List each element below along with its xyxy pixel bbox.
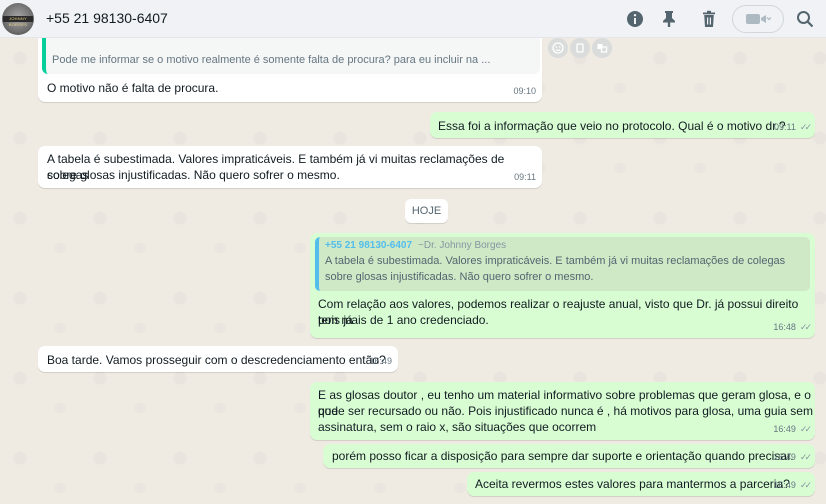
copy-icon[interactable] [570,38,590,58]
message-line: sobre glosas injustificadas. Não quero s… [47,168,340,182]
quoted-message[interactable]: +55 21 98130-6407 ~Dr. Johnny Borges A ta… [315,237,810,291]
quoted-line: A tabela é subestimada. Valores impratic… [325,255,786,267]
quoted-line: sobre glosas injustificadas. Não quero s… [325,271,594,283]
message-bubble-outgoing[interactable]: +55 21 98130-6407 ~Dr. Johnny Borges A ta… [310,233,815,338]
search-icon[interactable] [794,8,816,30]
read-ticks-icon: ✓✓ [799,452,812,462]
quoted-text: Pode me informar se o motivo realmente é… [52,54,491,66]
message-time: 09:10 [513,86,536,96]
message-bubble-incoming[interactable]: A tabela é subestimada. Valores impratic… [38,146,542,188]
chat-header: JOHNNY BORGES +55 21 98130-6407 [0,0,826,38]
message-actions [548,38,612,58]
message-line: pode ser recursado ou não. Pois injustif… [318,404,813,418]
message-time: 09:11 [514,172,536,182]
translate-icon[interactable] [592,38,612,58]
message-text: porém posso ficar a disposição para semp… [332,449,794,463]
quoted-header: +55 21 98130-6407 ~Dr. Johnny Borges [325,239,804,253]
message-bubble-outgoing[interactable]: Essa foi a informação que veio no protoc… [430,112,815,138]
pin-icon[interactable] [658,8,680,30]
message-text: Essa foi a informação que veio no protoc… [438,119,786,133]
contact-name[interactable]: +55 21 98130-6407 [46,10,168,26]
avatar-logo: JOHNNY BORGES [3,16,33,27]
message-bubble-incoming[interactable]: Pode me informar se o motivo realmente é… [38,38,542,102]
message-line: tem mais de 1 ano credenciado. [318,313,489,327]
message-time: 16:49 [369,356,392,366]
read-ticks-icon: ✓✓ [799,322,812,332]
message-bubble-outgoing[interactable]: E as glosas doutor , eu tenho um materia… [310,382,815,440]
message-text: O motivo não é falta de procura. [47,81,219,95]
message-bubble-incoming[interactable]: Boa tarde. Vamos prosseguir com o descre… [38,346,398,372]
message-text: Aceita revermos estes valores para mante… [475,477,790,491]
quoted-number: +55 21 98130-6407 [325,240,413,251]
read-ticks-icon: ✓✓ [799,480,812,490]
message-text: Boa tarde. Vamos prosseguir com o descre… [47,353,386,367]
message-bubble-outgoing[interactable]: Aceita revermos estes valores para mante… [467,472,815,496]
message-time: 16:49 ✓✓ [773,449,812,465]
quoted-sender: ~Dr. Johnny Borges [418,240,507,251]
message-time: 16:48 ✓✓ [773,319,812,335]
info-icon[interactable] [624,8,646,30]
emoji-react-icon[interactable] [548,38,568,58]
message-time: 09:11 ✓✓ [774,119,812,135]
read-ticks-icon: ✓✓ [799,122,812,132]
message-time: 16:49 ✓✓ [773,421,812,437]
video-icon [746,14,771,24]
trash-icon[interactable] [698,8,720,30]
message-time: 16:49 ✓✓ [773,477,812,493]
video-call-button[interactable] [732,5,784,33]
quoted-message[interactable]: Pode me informar se o motivo realmente é… [42,38,540,74]
date-divider: HOJE [405,199,448,223]
contact-avatar[interactable]: JOHNNY BORGES [2,3,34,35]
chat-panel[interactable]: Pode me informar se o motivo realmente é… [0,38,826,504]
message-line: assinatura, sem o raio x, são situações … [318,420,597,434]
message-bubble-outgoing[interactable]: porém posso ficar a disposição para semp… [323,444,815,468]
read-ticks-icon: ✓✓ [799,424,812,434]
